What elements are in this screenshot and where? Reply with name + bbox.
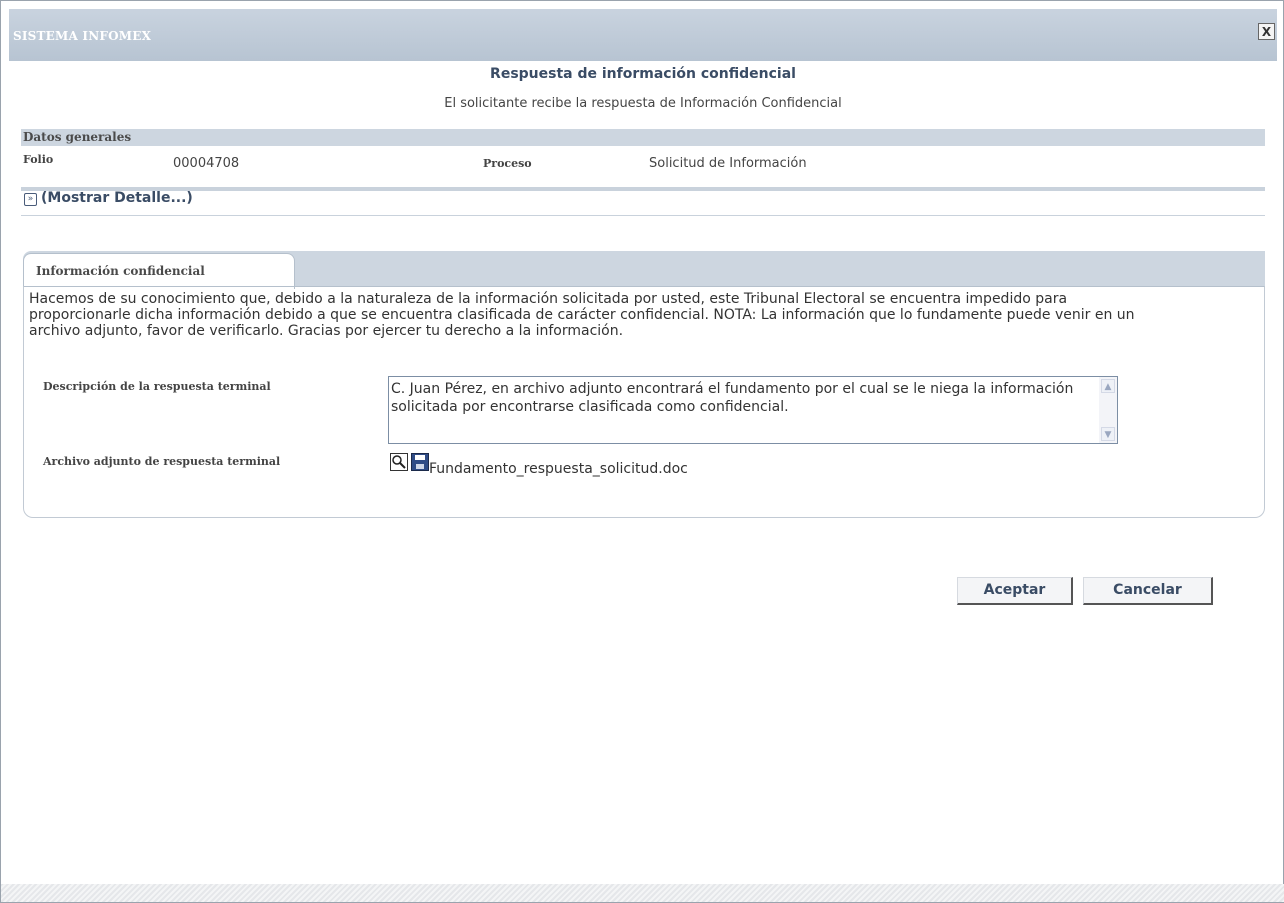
- description-textarea[interactable]: C. Juan Pérez, en archivo adjunto encont…: [388, 376, 1118, 444]
- title-bar: SISTEMA INFOMEX: [9, 9, 1277, 61]
- accept-button[interactable]: Aceptar: [957, 577, 1073, 605]
- tab-confidential-info[interactable]: Información confidencial: [23, 253, 295, 289]
- show-detail-toggle[interactable]: » (Mostrar Detalle...): [21, 187, 1265, 216]
- chevron-down-icon[interactable]: »: [24, 193, 37, 206]
- description-label: Descripción de la respuesta terminal: [43, 380, 271, 393]
- show-detail-link[interactable]: (Mostrar Detalle...): [41, 190, 193, 206]
- process-label: Proceso: [483, 157, 532, 170]
- description-text: C. Juan Pérez, en archivo adjunto encont…: [391, 381, 1074, 415]
- close-button[interactable]: X: [1258, 23, 1275, 40]
- general-data-section: Datos generales: [21, 129, 1265, 146]
- dialog-window: SISTEMA INFOMEX X Respuesta de informaci…: [0, 0, 1284, 903]
- page-subtitle: El solicitante recibe la respuesta de In…: [444, 96, 842, 111]
- attachment-label: Archivo adjunto de respuesta terminal: [43, 455, 281, 468]
- folio-label: Folio: [23, 153, 54, 166]
- attachment-file-name[interactable]: Fundamento_respuesta_solicitud.doc: [429, 461, 688, 477]
- window-title: SISTEMA INFOMEX: [13, 29, 152, 43]
- textarea-scrollbar[interactable]: ▲ ▼: [1099, 377, 1117, 443]
- notice-text: Hacemos de su conocimiento que, debido a…: [29, 291, 1135, 339]
- resize-strip: [1, 884, 1284, 902]
- scroll-down-icon[interactable]: ▼: [1101, 427, 1115, 441]
- scroll-up-icon[interactable]: ▲: [1101, 379, 1115, 393]
- cancel-button[interactable]: Cancelar: [1083, 577, 1213, 605]
- page-title: Respuesta de información confidencial: [490, 66, 796, 82]
- magnify-icon[interactable]: [390, 453, 408, 471]
- tab-label: Información confidencial: [36, 264, 205, 278]
- folio-value: 00004708: [173, 156, 240, 171]
- process-value: Solicitud de Información: [649, 156, 807, 171]
- save-disk-icon[interactable]: [411, 453, 429, 471]
- section-title: Datos generales: [23, 130, 132, 144]
